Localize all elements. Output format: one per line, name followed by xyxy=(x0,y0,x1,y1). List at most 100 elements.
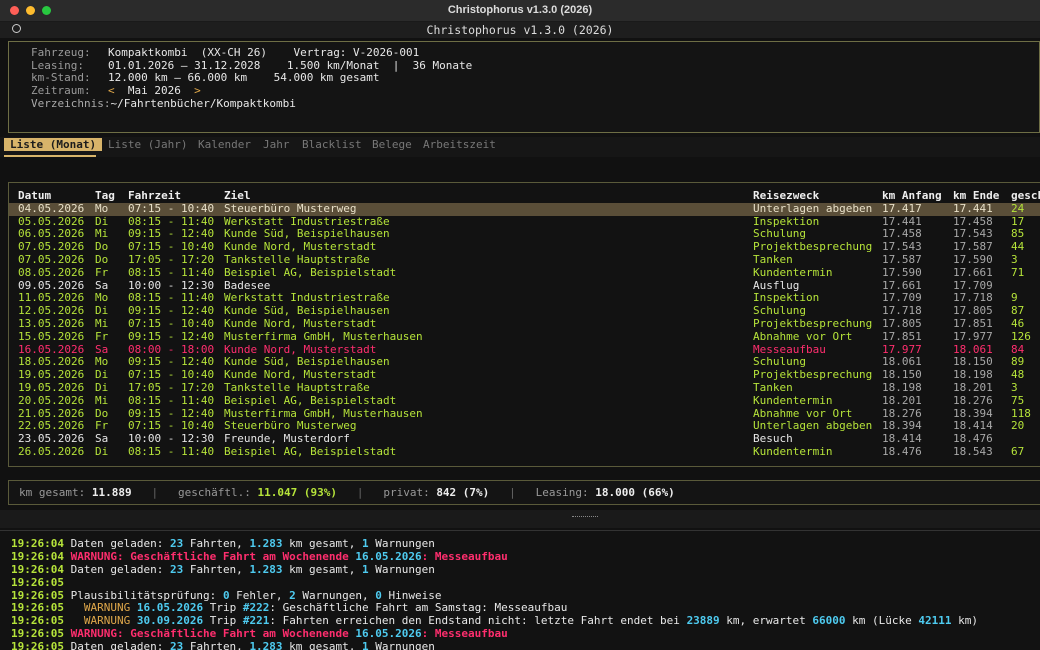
log-timestamp: 19:26:05 xyxy=(11,575,64,589)
log-text: Warnungen xyxy=(368,537,435,550)
leasing-value: 01.01.2026 – 31.12.2028 xyxy=(108,58,261,72)
log-text: Fahrten, xyxy=(183,562,250,576)
log-text: Daten geladen: xyxy=(63,537,170,550)
log-timestamp: 19:26:05 xyxy=(11,614,64,628)
header-fahrzeit[interactable]: Fahrzeit xyxy=(128,189,181,203)
log-text: 1.283 xyxy=(249,537,283,550)
header-datum[interactable]: Datum xyxy=(18,189,51,203)
cell-datum: 20.05.2026 xyxy=(18,393,85,407)
log-text: 16.05.2026 xyxy=(355,549,422,563)
cell-fahrzeit: 17:05 - 17:20 xyxy=(128,380,215,394)
log-text: 30.09.2026 xyxy=(136,614,204,628)
log-timestamp: 19:26:05 xyxy=(11,588,64,602)
table-row[interactable]: 15.05.2026 Fr 09:15 - 12:40 Musterfirma Gmb… xyxy=(9,329,1040,344)
cell-tag: Fr xyxy=(95,265,109,279)
geschaeftlich-label: geschäftl.: xyxy=(177,486,251,499)
pane-splitter[interactable] xyxy=(0,510,1040,528)
verzeichnis-label: Verzeichnis: xyxy=(31,96,111,110)
verzeichnis-row: Verzeichnis:~/Fahrtenbücher/Kompaktkombi xyxy=(31,96,1039,111)
fahrzeug-label: Fahrzeug: xyxy=(31,46,91,59)
tab-blacklist[interactable]: Blacklist xyxy=(302,138,362,151)
header-km-anfang[interactable]: km Anfang xyxy=(882,189,942,203)
log-timestamp: 19:26:05 xyxy=(11,627,64,641)
cell-km-ende: 17.590 xyxy=(953,252,993,266)
header-km-ende[interactable]: km Ende xyxy=(953,189,999,203)
table-row[interactable]: 08.05.2026 Fr 08:15 - 11:40 Beispiel AG, Be… xyxy=(9,265,1040,280)
table-row[interactable]: 07.05.2026 Do 17:05 - 17:20 Tankstelle Haup… xyxy=(9,252,1040,267)
table-row[interactable]: 04.05.2026 Mo 07:15 - 10:40 Steuerbüro Must… xyxy=(9,202,1040,216)
header-tag[interactable]: Tag xyxy=(95,189,115,203)
active-tab-indicator xyxy=(4,155,96,157)
trips-table: Datum Tag Fahrzeit Ziel Reisezweck km An… xyxy=(8,182,1040,467)
cell-km-anfang: 17.851 xyxy=(882,329,922,343)
cell-datum: 08.05.2026 xyxy=(18,265,85,279)
log-text: Warnungen xyxy=(368,562,435,576)
cell-fahrzeit: 09:15 - 12:40 xyxy=(128,329,215,343)
log-timestamp: 19:26:05 xyxy=(11,601,64,615)
log-panel: 19:26:04 Daten geladen: 23 Fahrten, 1.28… xyxy=(0,530,1040,650)
log-text: WARNUNG xyxy=(83,601,131,615)
fahrzeug-value: Kompaktkombi (XX-CH 26) xyxy=(108,46,267,59)
cell-fahrzeit: 07:15 - 10:40 xyxy=(128,316,215,330)
log-text: Trip xyxy=(203,601,243,615)
log-text: : Messeaufbau xyxy=(421,549,508,563)
summary-bar: km gesamt: 11.889 | geschäftl.: 11.047 (… xyxy=(8,480,1040,505)
log-text: Warnungen xyxy=(368,640,435,650)
next-month-button[interactable]: > xyxy=(194,84,201,97)
header-gesch[interactable]: gesch xyxy=(1011,189,1040,203)
cell-gesch: 126 xyxy=(1011,329,1031,343)
tab-jahr[interactable]: Jahr xyxy=(263,138,290,151)
cell-fahrzeit: 08:15 - 11:40 xyxy=(128,265,215,279)
tab-belege[interactable]: Belege xyxy=(372,138,412,151)
log-text: Trip xyxy=(203,614,243,628)
km-gesamt-value: 11.889 xyxy=(91,486,132,499)
separator: | xyxy=(509,486,516,499)
privat-value: 842 (7%) xyxy=(436,486,490,499)
separator: | xyxy=(356,486,364,499)
log-text: km, erwartet xyxy=(719,614,813,628)
cell-datum: 13.05.2026 xyxy=(18,316,85,330)
log-text: : Fahrten erreichen den Endstand nicht: … xyxy=(269,614,687,628)
cell-gesch: 75 xyxy=(1011,393,1025,407)
prev-month-button[interactable]: < xyxy=(108,84,115,97)
tab-kalender[interactable]: Kalender xyxy=(198,138,251,151)
splitter-grip-icon[interactable] xyxy=(572,516,598,517)
table-row[interactable]: 26.05.2026 Di 08:15 - 11:40 Beispiel AG, Be… xyxy=(9,444,1040,459)
tab-bar: Liste (Monat) Liste (Jahr) Kalender Jahr… xyxy=(0,137,1040,157)
km-range: 12.000 km – 66.000 km xyxy=(108,71,248,85)
log-text: 23 xyxy=(169,640,184,650)
cell-ziel: Beispiel AG, Beispielstadt xyxy=(224,444,397,458)
log-text: 1 xyxy=(362,537,369,550)
cell-reisezweck: Abnahme vor Ort xyxy=(753,329,853,343)
tab-liste-monat[interactable]: Liste (Monat) xyxy=(4,138,103,151)
geschaeftlich-value: 11.047 (93%) xyxy=(257,486,337,499)
header-reisezweck[interactable]: Reisezweck xyxy=(753,189,819,203)
table-header-row: Datum Tag Fahrzeit Ziel Reisezweck km An… xyxy=(9,189,1040,203)
log-text: 0 xyxy=(375,588,382,602)
log-text: Daten geladen: xyxy=(63,640,170,650)
table-row[interactable]: 13.05.2026 Mi 07:15 - 10:40 Kunde Nord, Mus… xyxy=(9,316,1040,331)
tab-arbeitszeit[interactable]: Arbeitszeit xyxy=(423,138,496,151)
cell-reisezweck: Projektbesprechung xyxy=(753,316,873,330)
cell-datum: 19.05.2026 xyxy=(18,380,85,394)
log-text: km gesamt, xyxy=(282,640,363,650)
verzeichnis-value: ~/Fahrtenbücher/Kompaktkombi xyxy=(110,96,296,110)
log-text: 2 xyxy=(289,588,296,602)
log-text: Daten geladen: xyxy=(63,562,170,576)
log-timestamp: 19:26:05 xyxy=(11,640,64,650)
header-ziel[interactable]: Ziel xyxy=(224,189,251,203)
table-row[interactable]: 20.05.2026 Mi 08:15 - 11:40 Beispiel AG, Be… xyxy=(9,393,1040,408)
separator: | xyxy=(151,486,159,499)
cell-ziel: Kunde Nord, Musterstadt xyxy=(224,316,377,330)
tab-liste-jahr[interactable]: Liste (Jahr) xyxy=(108,138,187,151)
cell-fahrzeit: 17:05 - 17:20 xyxy=(128,252,215,266)
table-row[interactable]: 19.05.2026 Di 17:05 - 17:20 Tankstelle Haup… xyxy=(9,380,1040,395)
cell-gesch: 67 xyxy=(1011,444,1025,458)
cell-reisezweck: Tanken xyxy=(753,252,793,266)
cell-tag: Mi xyxy=(95,393,109,407)
app-title: Christophorus v1.3.0 (2026) xyxy=(426,23,614,37)
cell-gesch: 3 xyxy=(1011,380,1018,394)
